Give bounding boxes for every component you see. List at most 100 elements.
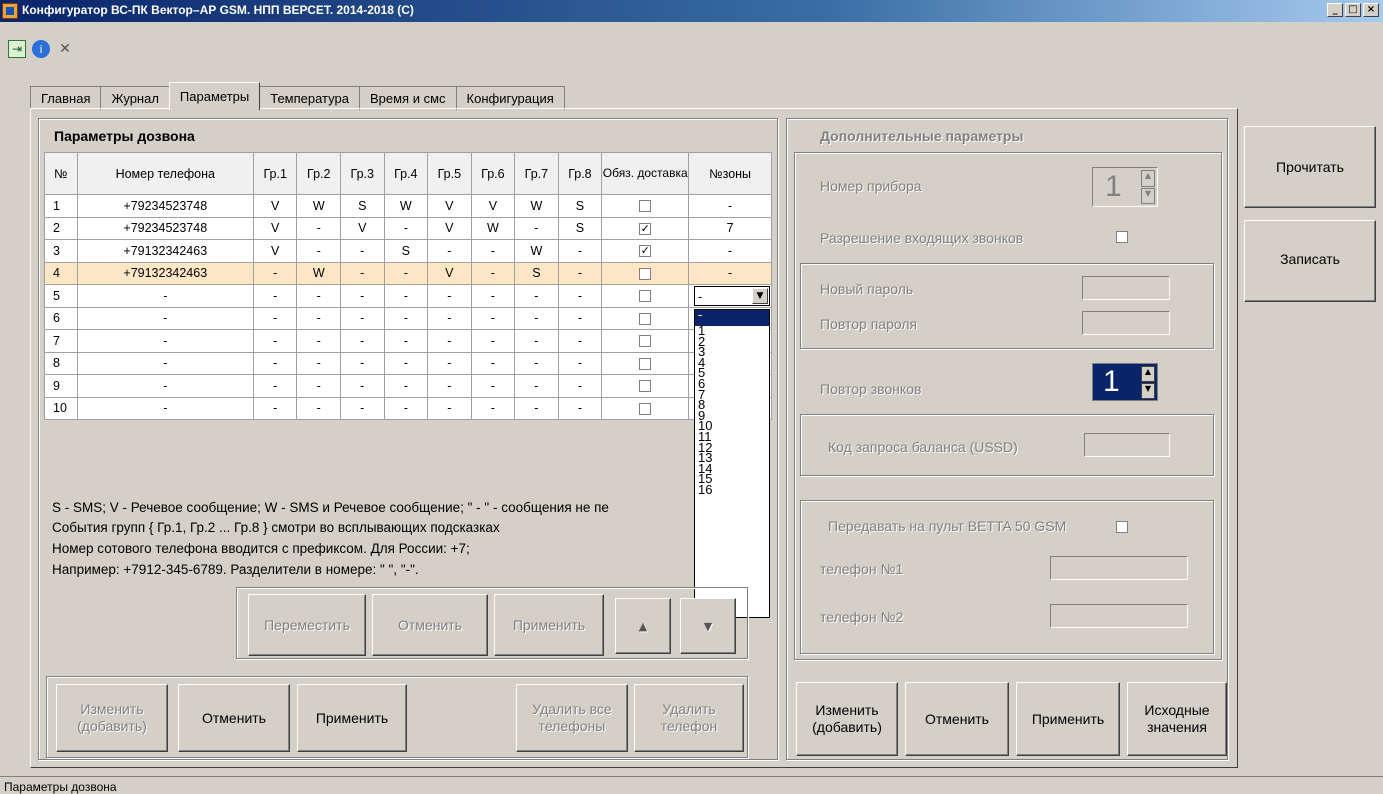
- table-cell[interactable]: -: [383, 284, 429, 308]
- table-cell[interactable]: -: [252, 396, 298, 420]
- table-cell[interactable]: -: [557, 374, 603, 398]
- table-cell[interactable]: -: [252, 261, 298, 285]
- table-cell[interactable]: -: [340, 396, 385, 420]
- table-cell[interactable]: -: [383, 329, 429, 353]
- table-cell[interactable]: -: [252, 374, 298, 398]
- table-cell[interactable]: 4: [44, 261, 78, 285]
- table-row[interactable]: 9---------: [44, 374, 772, 398]
- table-row[interactable]: 7---------: [44, 329, 772, 353]
- table-cell[interactable]: -: [76, 284, 254, 308]
- write-button[interactable]: Записать: [1244, 220, 1376, 302]
- table-cell[interactable]: +79234523748: [76, 194, 254, 218]
- spinner-up-icon[interactable]: ▲: [1141, 170, 1155, 187]
- table-cell[interactable]: [601, 351, 690, 375]
- table-cell[interactable]: -: [427, 396, 472, 420]
- table-cell[interactable]: -: [427, 306, 472, 330]
- delivery-checkbox[interactable]: [639, 290, 652, 303]
- zone-option[interactable]: -: [695, 308, 769, 326]
- table-cell[interactable]: [601, 396, 690, 420]
- delivery-checkbox[interactable]: [639, 267, 652, 280]
- zone-option[interactable]: 7: [695, 388, 769, 401]
- table-row[interactable]: 4 +79132342463- W - - V - S - -: [44, 261, 772, 285]
- table-cell[interactable]: -: [340, 239, 385, 263]
- table-cell[interactable]: -: [688, 239, 772, 263]
- zone-option[interactable]: 3: [695, 345, 769, 358]
- table-cell[interactable]: -: [514, 284, 559, 308]
- table-cell[interactable]: -: [427, 239, 472, 263]
- table-cell[interactable]: W: [296, 261, 341, 285]
- table-cell[interactable]: 7: [688, 216, 772, 240]
- table-cell[interactable]: 6: [44, 306, 78, 330]
- zone-option[interactable]: 5: [695, 367, 769, 380]
- table-cell[interactable]: -: [340, 261, 385, 285]
- table-cell[interactable]: W: [296, 194, 341, 218]
- zone-option[interactable]: 16: [695, 483, 769, 496]
- table-cell[interactable]: -: [427, 351, 472, 375]
- delivery-checkbox[interactable]: [639, 200, 652, 213]
- table-row[interactable]: 8---------: [44, 351, 772, 375]
- table-cell[interactable]: V: [340, 216, 385, 240]
- table-cell[interactable]: -: [296, 284, 341, 308]
- delivery-checkbox[interactable]: [639, 380, 652, 393]
- table-cell[interactable]: V: [252, 216, 298, 240]
- table-cell[interactable]: 1: [44, 194, 78, 218]
- delivery-checkbox[interactable]: ✓: [639, 245, 652, 258]
- tab-main[interactable]: Главная: [30, 86, 102, 110]
- table-cell[interactable]: [601, 329, 690, 353]
- table-cell[interactable]: -: [383, 351, 429, 375]
- table-cell[interactable]: -: [296, 329, 341, 353]
- device-number-spinner[interactable]: 1 ▲ ▼: [1092, 167, 1158, 207]
- table-cell[interactable]: -: [340, 306, 385, 330]
- table-cell[interactable]: -: [296, 374, 341, 398]
- table-cell[interactable]: -: [557, 239, 603, 263]
- table-cell[interactable]: -: [340, 374, 385, 398]
- table-cell[interactable]: -: [296, 306, 341, 330]
- table-cell[interactable]: -: [470, 261, 516, 285]
- table-cell[interactable]: -: [514, 216, 559, 240]
- table-cell[interactable]: -: [557, 284, 603, 308]
- table-cell[interactable]: V: [252, 194, 298, 218]
- table-cell[interactable]: -: [427, 284, 472, 308]
- move-down-button[interactable]: ▼: [680, 598, 736, 654]
- table-cell[interactable]: -: [514, 306, 559, 330]
- spinner-up-icon[interactable]: ▲: [1141, 366, 1155, 382]
- table-cell[interactable]: V: [427, 194, 472, 218]
- table-cell[interactable]: -: [76, 329, 254, 353]
- table-cell[interactable]: -: [514, 396, 559, 420]
- table-cell[interactable]: -: [383, 216, 429, 240]
- table-cell[interactable]: ✓: [601, 239, 690, 263]
- table-cell[interactable]: +79132342463: [76, 239, 254, 263]
- chevron-down-icon[interactable]: ▼: [752, 288, 768, 304]
- read-button[interactable]: Прочитать: [1244, 126, 1376, 208]
- delivery-checkbox[interactable]: [639, 335, 652, 348]
- table-cell[interactable]: 9: [44, 374, 78, 398]
- zone-select[interactable]: - ▼: [694, 286, 770, 306]
- table-cell[interactable]: -: [296, 396, 341, 420]
- table-cell[interactable]: -: [252, 284, 298, 308]
- table-row[interactable]: 2 +79234523748 V - V - V W - S ✓ 7: [44, 216, 772, 240]
- table-cell[interactable]: W: [514, 239, 559, 263]
- table-cell[interactable]: -: [470, 239, 516, 263]
- extra-edit-add-button[interactable]: Изменить (добавить): [796, 682, 898, 756]
- table-cell[interactable]: 2: [44, 216, 78, 240]
- table-cell[interactable]: W: [514, 194, 559, 218]
- delivery-checkbox[interactable]: [639, 402, 652, 415]
- table-cell[interactable]: [601, 284, 690, 308]
- table-cell[interactable]: -: [252, 306, 298, 330]
- exit-icon[interactable]: ⇥: [8, 40, 26, 58]
- tab-parameters[interactable]: Параметры: [168, 82, 261, 110]
- extra-apply-button[interactable]: Применить: [1016, 682, 1120, 756]
- table-cell[interactable]: -: [688, 261, 772, 285]
- zone-option[interactable]: 8: [695, 398, 769, 411]
- table-cell[interactable]: -: [470, 374, 516, 398]
- table-cell[interactable]: -: [688, 194, 772, 218]
- table-cell[interactable]: -: [514, 329, 559, 353]
- tab-time-sms[interactable]: Время и смс: [358, 86, 457, 110]
- cancel-button[interactable]: Отменить: [178, 684, 290, 752]
- table-cell[interactable]: -: [76, 351, 254, 375]
- table-cell[interactable]: -: [470, 396, 516, 420]
- table-cell[interactable]: S: [557, 194, 603, 218]
- move-cancel-button[interactable]: Отменить: [372, 594, 488, 656]
- table-cell[interactable]: -: [514, 374, 559, 398]
- zone-option[interactable]: 1: [695, 324, 769, 337]
